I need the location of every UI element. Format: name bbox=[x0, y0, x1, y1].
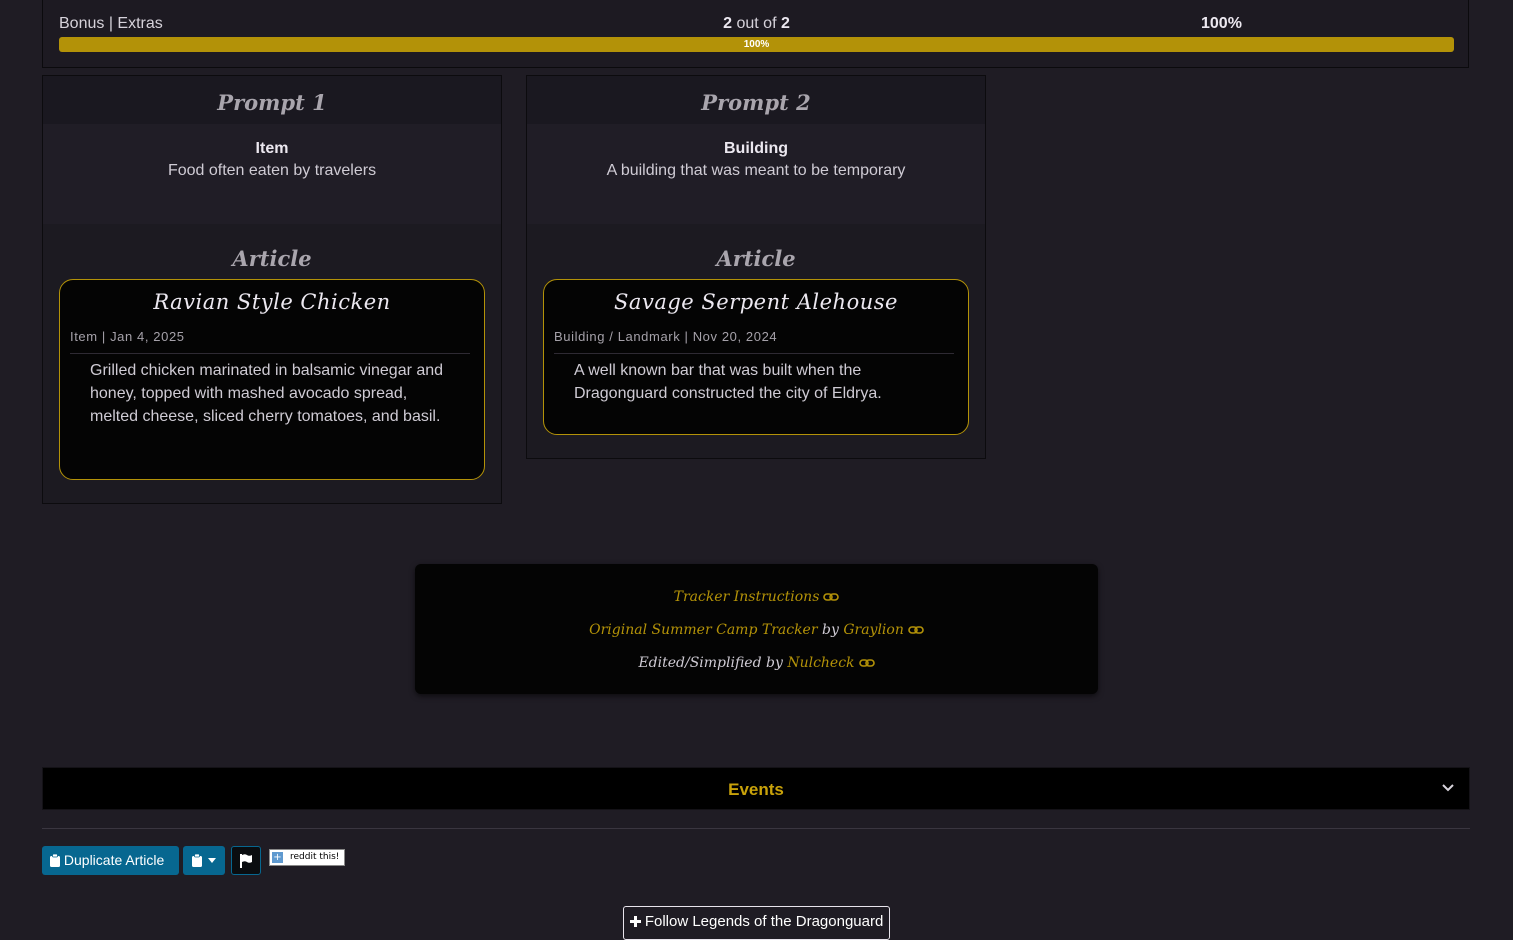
prompt-body: Item Food often eaten by travelers bbox=[43, 124, 501, 224]
progress-count: 2 out of 2 bbox=[0, 15, 1513, 33]
events-title: Events bbox=[728, 780, 784, 799]
events-accordion[interactable]: Events bbox=[42, 767, 1470, 810]
duplicate-article-button[interactable]: Duplicate Article bbox=[42, 846, 179, 875]
progress-panel bbox=[42, 0, 1469, 68]
credit-instructions-line: Tracker Instructions bbox=[415, 589, 1098, 605]
prompt-body: Building A building that was meant to be… bbox=[527, 124, 985, 224]
reddit-label: reddit this! bbox=[290, 852, 340, 862]
progress-out-of: out of bbox=[736, 15, 777, 32]
original-tracker-link[interactable]: Original Summer Camp Tracker bbox=[589, 622, 817, 638]
progress-percent: 100% bbox=[1201, 15, 1242, 32]
article-divider bbox=[70, 353, 470, 354]
progress-bar-text: 100% bbox=[743, 39, 770, 50]
prompt-title: Prompt 2 bbox=[701, 90, 811, 115]
caret-down-icon bbox=[208, 858, 216, 863]
progress-total: 2 bbox=[780, 15, 790, 32]
article-meta: Item | Jan 4, 2025 bbox=[70, 329, 185, 344]
prompt-category: Building bbox=[724, 140, 788, 157]
reddit-share-button[interactable]: + reddit this! bbox=[269, 849, 345, 866]
prompt-category: Item bbox=[255, 140, 289, 157]
article-meta: Building / Landmark | Nov 20, 2024 bbox=[554, 329, 778, 344]
tracker-instructions-link[interactable]: Tracker Instructions bbox=[674, 589, 820, 605]
original-author-link[interactable]: Graylion bbox=[843, 622, 904, 638]
follow-label: Follow Legends of the Dragonguard bbox=[644, 913, 884, 930]
link-icon[interactable] bbox=[908, 625, 924, 635]
article-summary: A well known bar that was built when the… bbox=[574, 362, 882, 402]
prompt-header: Prompt 1 bbox=[43, 76, 501, 124]
section-divider bbox=[42, 828, 1470, 829]
follow-world-button[interactable]: Follow Legends of the Dragonguard bbox=[623, 906, 890, 940]
article-title[interactable]: Savage Serpent Alehouse bbox=[544, 290, 968, 314]
credit-by: by bbox=[821, 622, 839, 638]
prompt-description: Food often eaten by travelers bbox=[167, 162, 377, 179]
credit-original-line: Original Summer Camp Tracker by Graylion bbox=[415, 622, 1098, 638]
tracker-credits: Tracker Instructions Original Summer Cam… bbox=[415, 564, 1098, 694]
link-icon[interactable] bbox=[858, 658, 875, 668]
prompt-card-2: Prompt 2 Building A building that was me… bbox=[526, 75, 986, 459]
prompt-description: A building that was meant to be temporar… bbox=[606, 162, 906, 179]
reddit-icon: + bbox=[272, 852, 283, 863]
plus-icon bbox=[629, 916, 641, 927]
prompt-title: Prompt 1 bbox=[217, 90, 327, 115]
chevron-down-icon[interactable] bbox=[1441, 782, 1455, 794]
article-heading: Article bbox=[232, 246, 312, 271]
article-heading: Article bbox=[716, 246, 796, 271]
clipboard-icon bbox=[50, 853, 60, 867]
prompt-header: Prompt 2 bbox=[527, 76, 985, 124]
progress-bar: 100% bbox=[59, 37, 1454, 52]
duplicate-article-label: Duplicate Article bbox=[63, 852, 165, 868]
article-title[interactable]: Ravian Style Chicken bbox=[60, 290, 484, 314]
flag-icon bbox=[240, 854, 252, 868]
editor-link[interactable]: Nulcheck bbox=[787, 655, 854, 671]
report-flag-button[interactable] bbox=[231, 846, 261, 875]
clipboard-icon bbox=[192, 854, 202, 867]
article-card[interactable]: Ravian Style Chicken Item | Jan 4, 2025 … bbox=[59, 279, 485, 480]
link-icon[interactable] bbox=[823, 592, 840, 602]
prompt-card-1: Prompt 1 Item Food often eaten by travel… bbox=[42, 75, 502, 504]
credit-edited-label: Edited/Simplified by bbox=[638, 655, 783, 671]
progress-done: 2 bbox=[723, 15, 733, 32]
article-divider bbox=[554, 353, 954, 354]
article-summary: Grilled chicken marinated in balsamic vi… bbox=[90, 362, 444, 425]
article-card[interactable]: Savage Serpent Alehouse Building / Landm… bbox=[543, 279, 969, 435]
clipboard-dropdown-button[interactable] bbox=[183, 846, 225, 875]
credit-edited-line: Edited/Simplified by Nulcheck bbox=[415, 655, 1098, 671]
